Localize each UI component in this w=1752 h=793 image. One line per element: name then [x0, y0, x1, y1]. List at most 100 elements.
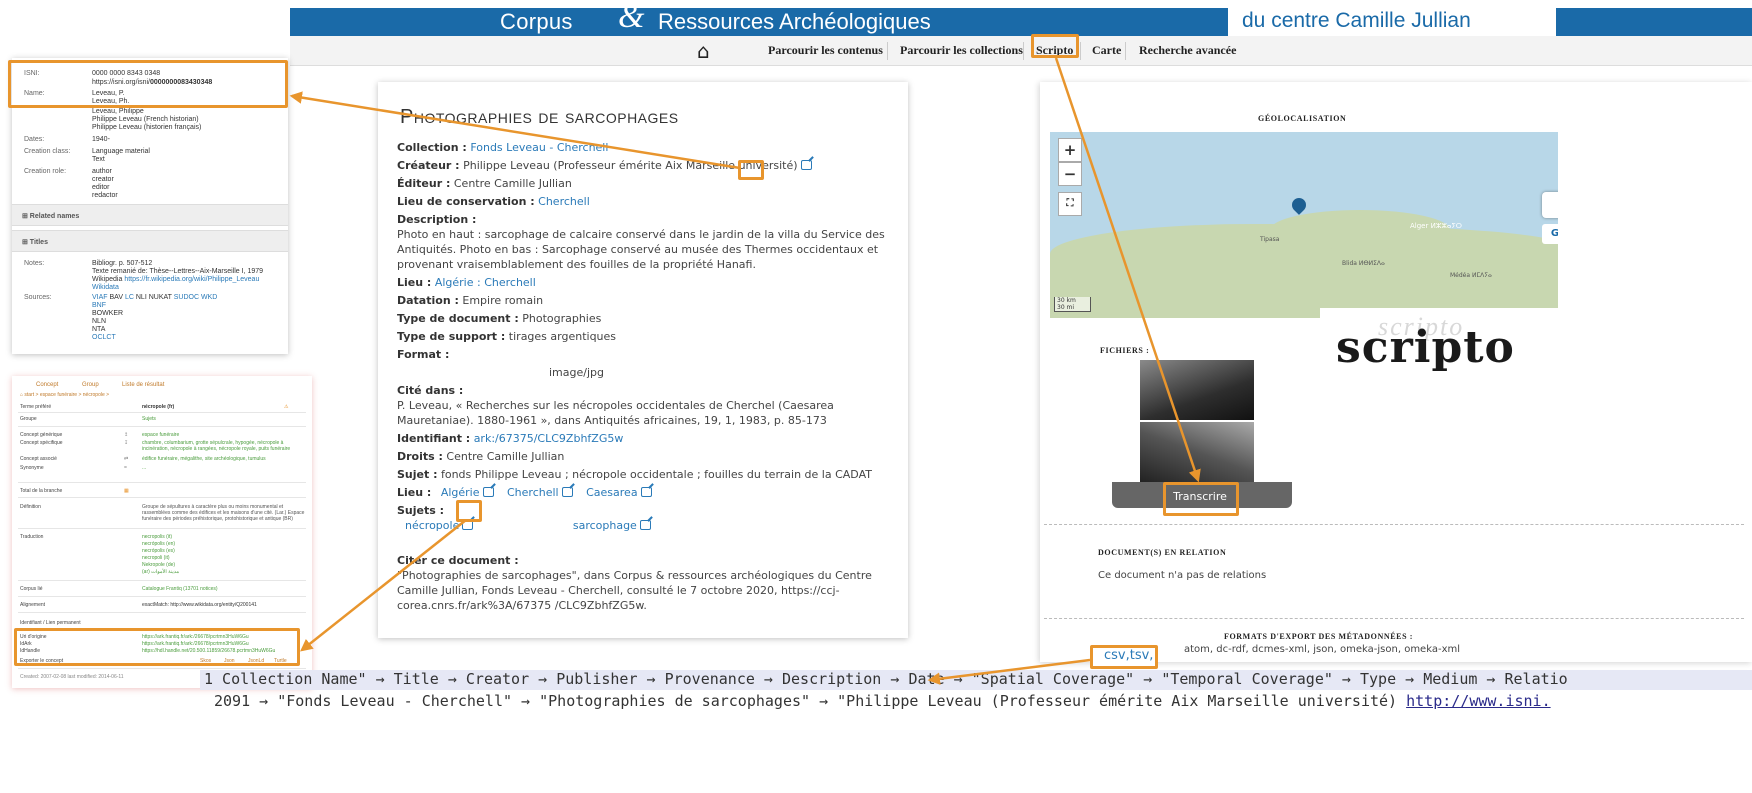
tree-icon[interactable]: ▦: [124, 488, 129, 494]
notes-wikipedia: Wikipedia https://fr.wikipedia.org/wiki/…: [92, 276, 259, 284]
sujet-sarcophage-link[interactable]: sarcophage: [573, 519, 637, 532]
scripto-logo-text: scripto: [1336, 322, 1515, 373]
related-names-toggle[interactable]: ⊞ Related names: [12, 204, 288, 226]
creation-role-label: Creation role:: [24, 168, 67, 175]
highlight-transcribe: [1163, 482, 1239, 516]
dates-label: Dates:: [24, 136, 45, 143]
wikipedia-link[interactable]: https://fr.wikipedia.org/wiki/Philippe_L…: [124, 276, 259, 283]
field-label: Lieu :: [397, 486, 432, 499]
source-link[interactable]: WKD: [201, 294, 217, 301]
brand-ccj: du centre Camille Jullian: [1228, 8, 1556, 36]
external-link-icon[interactable]: [561, 487, 573, 497]
typedoc-value: Photographies: [522, 312, 602, 325]
layers-icon[interactable]: [1542, 192, 1558, 218]
sujet-necropole-link[interactable]: nécropole: [405, 519, 459, 532]
lieu-conservation-link[interactable]: Cherchell: [538, 195, 590, 208]
source-link[interactable]: LC: [125, 294, 134, 301]
synonym-icon: =: [124, 465, 127, 471]
thesaurus-breadcrumb[interactable]: ⌂ start > espace funéraire > nécropole >: [20, 392, 109, 398]
titles-toggle[interactable]: ⊞ Titles: [12, 230, 288, 252]
home-icon[interactable]: ⌂: [697, 39, 710, 63]
divider: [18, 668, 306, 669]
csv-link[interactable]: http://www.isni.: [1406, 692, 1551, 710]
source-text: BAV: [109, 294, 124, 301]
warning-icon: ⚠: [284, 404, 289, 410]
export-formats[interactable]: atom, dc-rdf, dcmes-xml, json, omeka-jso…: [1184, 644, 1460, 655]
sujet-value: fonds Philippe Leveau ; nécropole occide…: [440, 468, 872, 481]
map-place-label: Blida ⵍⴱⵍⵉⴷⴰ: [1342, 260, 1385, 267]
record-title: Photographies de sarcophages: [400, 106, 679, 128]
wikipedia-label: Wikipedia: [92, 276, 123, 283]
source-link[interactable]: OCLCT: [92, 334, 116, 342]
row-value[interactable]: necropolis (it): [142, 534, 172, 540]
map-widget[interactable]: + − ⛶ Alger ⵍⵣⵣⴰⵢⵔ Blida ⵍⴱⵍⵉⴷⴰ Médéa ⵍⵎ…: [1050, 132, 1558, 318]
format-value: image/jpg: [549, 366, 604, 379]
row-value[interactable]: necropoli (it): [142, 555, 170, 561]
lieu-link[interactable]: Algérie : Cherchell: [435, 276, 536, 289]
external-link-icon[interactable]: [640, 487, 652, 497]
row-value[interactable]: chambre, columbarium, grotte sépulcrale,…: [142, 440, 302, 452]
tab-group[interactable]: Group: [82, 382, 99, 388]
row-label: Synonyme: [20, 465, 44, 471]
row-value[interactable]: necrópolis (es): [142, 548, 175, 554]
divider: [18, 426, 306, 427]
brand-corpus: Corpus: [500, 9, 573, 34]
identifiant-link[interactable]: ark:/67375/CLC9ZbhfZG5w: [474, 432, 624, 445]
creation-role-value: author: [92, 168, 112, 175]
name-value: Philippe Leveau (French historian): [92, 116, 199, 123]
geolocalisation-heading: Géolocalisation: [1258, 114, 1347, 123]
row-value[interactable]: édifice funéraire, mégalithe, site arché…: [142, 456, 266, 462]
scale-km: 30 km: [1057, 297, 1076, 304]
datation-value: Empire romain: [462, 294, 544, 307]
csv-data-line: 2091 → "Fonds Leveau - Cherchell" → "Pho…: [214, 692, 1551, 710]
highlight-csv: [1090, 645, 1158, 669]
divider: [18, 528, 306, 529]
field-label: Droits :: [397, 450, 443, 463]
google-icon[interactable]: G: [1542, 224, 1558, 244]
row-value[interactable]: Nekropole (de): [142, 562, 175, 568]
zoom-out-button[interactable]: −: [1058, 162, 1082, 186]
file-thumbnail[interactable]: [1140, 422, 1254, 482]
nav-carte[interactable]: Carte: [1092, 43, 1121, 58]
csv-col: Description: [782, 670, 882, 688]
nav-recherche-avancee[interactable]: Recherche avancée: [1139, 43, 1236, 58]
map-place-label: Médéa ⵍⵎⴷⵢⴰ: [1450, 272, 1492, 279]
field-label: Description :: [397, 213, 477, 226]
row-value[interactable]: necrópolis (en): [142, 541, 175, 547]
map-marker-icon[interactable]: [1289, 195, 1309, 215]
file-thumbnail[interactable]: [1140, 360, 1254, 420]
field-label: Créateur :: [397, 159, 460, 172]
row-value: ...: [142, 465, 147, 471]
source-link[interactable]: VIAF: [92, 294, 108, 301]
row-value[interactable]: (ar) مدينة الأموات: [142, 569, 179, 575]
wikidata-link[interactable]: Wikidata: [92, 284, 119, 292]
lieu-algerie-link[interactable]: Algérie: [441, 486, 480, 499]
tab-concept[interactable]: Concept: [36, 382, 58, 388]
field-label: Citer ce document :: [397, 554, 519, 567]
nav-parcourir-collections[interactable]: Parcourir les collections: [900, 43, 1023, 58]
lieu-caesarea-link[interactable]: Caesarea: [586, 486, 637, 499]
record-card: Photographies de sarcophages Collection …: [378, 82, 908, 638]
creation-role-value: editor: [92, 184, 110, 191]
lieu-cherchell-link[interactable]: Cherchell: [507, 486, 559, 499]
row-value[interactable]: Catalogue Frantiq (13701 notices): [142, 586, 218, 592]
tab-liste-resultat[interactable]: Liste de résultat: [122, 382, 164, 388]
external-link-icon[interactable]: [800, 160, 812, 170]
row-value[interactable]: Sujets: [142, 416, 156, 422]
nav-parcourir-contenus[interactable]: Parcourir les contenus: [768, 43, 883, 58]
external-link-icon[interactable]: [639, 520, 651, 530]
source-link[interactable]: BNF: [92, 302, 106, 310]
csv-cell: "Photographies de sarcophages": [539, 692, 811, 710]
nav-separator: [1125, 42, 1126, 60]
row-value[interactable]: exactMatch: http://www.wikidata.org/enti…: [142, 602, 257, 608]
csv-col: Relatio: [1504, 670, 1568, 688]
source-text: NLI: [135, 294, 147, 301]
row-value[interactable]: espace funéraire: [142, 432, 179, 438]
fullscreen-icon[interactable]: ⛶: [1058, 192, 1082, 216]
collection-link[interactable]: Fonds Leveau - Cherchell: [470, 141, 608, 154]
zoom-in-button[interactable]: +: [1058, 138, 1082, 162]
citer-value: "Photographies de sarcophages", dans Cor…: [397, 569, 872, 612]
source-link[interactable]: SUDOC: [174, 294, 199, 301]
field-label: Éditeur :: [397, 177, 451, 190]
external-link-icon[interactable]: [482, 487, 494, 497]
